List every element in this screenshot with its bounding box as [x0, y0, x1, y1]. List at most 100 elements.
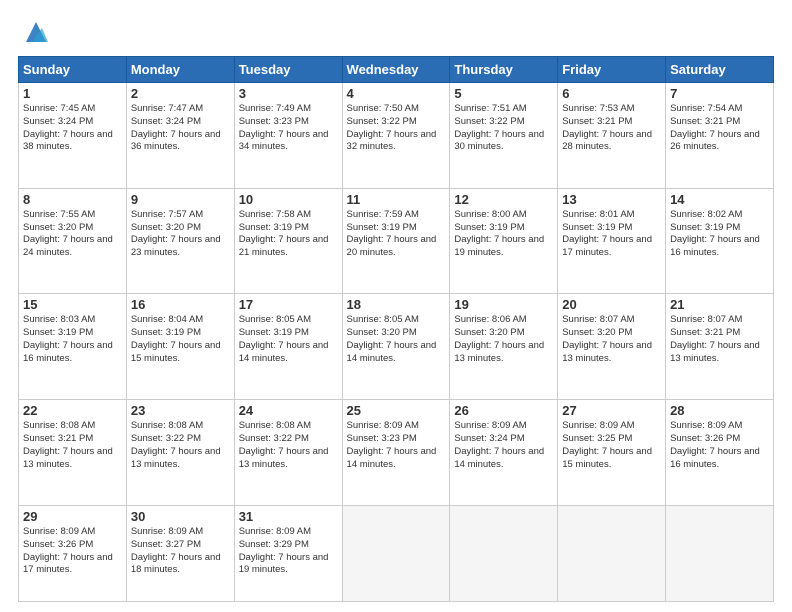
calendar-cell: 8 Sunrise: 7:55 AMSunset: 3:20 PMDayligh…: [19, 188, 127, 294]
day-number: 13: [562, 192, 661, 207]
week-row-1: 1 Sunrise: 7:45 AMSunset: 3:24 PMDayligh…: [19, 83, 774, 189]
calendar-cell: 7 Sunrise: 7:54 AMSunset: 3:21 PMDayligh…: [666, 83, 774, 189]
day-info: Sunrise: 7:50 AMSunset: 3:22 PMDaylight:…: [347, 103, 437, 152]
calendar-cell: 30 Sunrise: 8:09 AMSunset: 3:27 PMDaylig…: [126, 505, 234, 601]
day-info: Sunrise: 8:08 AMSunset: 3:21 PMDaylight:…: [23, 420, 113, 469]
calendar-cell: 24 Sunrise: 8:08 AMSunset: 3:22 PMDaylig…: [234, 400, 342, 506]
day-number: 17: [239, 297, 338, 312]
day-number: 1: [23, 86, 122, 101]
day-number: 31: [239, 509, 338, 524]
day-number: 26: [454, 403, 553, 418]
calendar-cell: 23 Sunrise: 8:08 AMSunset: 3:22 PMDaylig…: [126, 400, 234, 506]
calendar-cell: 13 Sunrise: 8:01 AMSunset: 3:19 PMDaylig…: [558, 188, 666, 294]
day-info: Sunrise: 8:09 AMSunset: 3:27 PMDaylight:…: [131, 526, 221, 575]
day-info: Sunrise: 8:07 AMSunset: 3:21 PMDaylight:…: [670, 314, 760, 363]
weekday-header-friday: Friday: [558, 57, 666, 83]
calendar-cell: [450, 505, 558, 601]
calendar-cell: 5 Sunrise: 7:51 AMSunset: 3:22 PMDayligh…: [450, 83, 558, 189]
day-number: 20: [562, 297, 661, 312]
day-number: 6: [562, 86, 661, 101]
week-row-2: 8 Sunrise: 7:55 AMSunset: 3:20 PMDayligh…: [19, 188, 774, 294]
weekday-header-tuesday: Tuesday: [234, 57, 342, 83]
day-info: Sunrise: 8:02 AMSunset: 3:19 PMDaylight:…: [670, 209, 760, 258]
day-info: Sunrise: 7:47 AMSunset: 3:24 PMDaylight:…: [131, 103, 221, 152]
calendar-cell: 18 Sunrise: 8:05 AMSunset: 3:20 PMDaylig…: [342, 294, 450, 400]
day-number: 16: [131, 297, 230, 312]
day-number: 24: [239, 403, 338, 418]
calendar-cell: 1 Sunrise: 7:45 AMSunset: 3:24 PMDayligh…: [19, 83, 127, 189]
calendar-cell: 9 Sunrise: 7:57 AMSunset: 3:20 PMDayligh…: [126, 188, 234, 294]
day-info: Sunrise: 7:49 AMSunset: 3:23 PMDaylight:…: [239, 103, 329, 152]
day-info: Sunrise: 8:09 AMSunset: 3:26 PMDaylight:…: [23, 526, 113, 575]
day-number: 15: [23, 297, 122, 312]
day-info: Sunrise: 7:59 AMSunset: 3:19 PMDaylight:…: [347, 209, 437, 258]
day-info: Sunrise: 8:09 AMSunset: 3:29 PMDaylight:…: [239, 526, 329, 575]
calendar-table: SundayMondayTuesdayWednesdayThursdayFrid…: [18, 56, 774, 602]
day-info: Sunrise: 8:05 AMSunset: 3:19 PMDaylight:…: [239, 314, 329, 363]
day-info: Sunrise: 7:57 AMSunset: 3:20 PMDaylight:…: [131, 209, 221, 258]
day-info: Sunrise: 8:05 AMSunset: 3:20 PMDaylight:…: [347, 314, 437, 363]
day-number: 21: [670, 297, 769, 312]
calendar-cell: 22 Sunrise: 8:08 AMSunset: 3:21 PMDaylig…: [19, 400, 127, 506]
day-info: Sunrise: 7:53 AMSunset: 3:21 PMDaylight:…: [562, 103, 652, 152]
calendar-cell: 4 Sunrise: 7:50 AMSunset: 3:22 PMDayligh…: [342, 83, 450, 189]
weekday-header-saturday: Saturday: [666, 57, 774, 83]
calendar-cell: 29 Sunrise: 8:09 AMSunset: 3:26 PMDaylig…: [19, 505, 127, 601]
calendar-cell: [558, 505, 666, 601]
day-number: 23: [131, 403, 230, 418]
calendar-cell: 10 Sunrise: 7:58 AMSunset: 3:19 PMDaylig…: [234, 188, 342, 294]
day-info: Sunrise: 8:09 AMSunset: 3:24 PMDaylight:…: [454, 420, 544, 469]
day-number: 14: [670, 192, 769, 207]
calendar-cell: 28 Sunrise: 8:09 AMSunset: 3:26 PMDaylig…: [666, 400, 774, 506]
logo: [18, 18, 50, 46]
weekday-header-wednesday: Wednesday: [342, 57, 450, 83]
day-number: 7: [670, 86, 769, 101]
calendar-cell: 25 Sunrise: 8:09 AMSunset: 3:23 PMDaylig…: [342, 400, 450, 506]
day-number: 29: [23, 509, 122, 524]
day-number: 3: [239, 86, 338, 101]
day-info: Sunrise: 8:03 AMSunset: 3:19 PMDaylight:…: [23, 314, 113, 363]
day-number: 5: [454, 86, 553, 101]
header: [18, 18, 774, 46]
day-info: Sunrise: 8:07 AMSunset: 3:20 PMDaylight:…: [562, 314, 652, 363]
day-number: 22: [23, 403, 122, 418]
calendar-cell: 12 Sunrise: 8:00 AMSunset: 3:19 PMDaylig…: [450, 188, 558, 294]
day-info: Sunrise: 8:01 AMSunset: 3:19 PMDaylight:…: [562, 209, 652, 258]
weekday-header-thursday: Thursday: [450, 57, 558, 83]
week-row-5: 29 Sunrise: 8:09 AMSunset: 3:26 PMDaylig…: [19, 505, 774, 601]
calendar-cell: 15 Sunrise: 8:03 AMSunset: 3:19 PMDaylig…: [19, 294, 127, 400]
day-info: Sunrise: 8:08 AMSunset: 3:22 PMDaylight:…: [239, 420, 329, 469]
calendar-header: SundayMondayTuesdayWednesdayThursdayFrid…: [19, 57, 774, 83]
day-info: Sunrise: 8:06 AMSunset: 3:20 PMDaylight:…: [454, 314, 544, 363]
weekday-header-row: SundayMondayTuesdayWednesdayThursdayFrid…: [19, 57, 774, 83]
day-number: 28: [670, 403, 769, 418]
calendar-cell: 31 Sunrise: 8:09 AMSunset: 3:29 PMDaylig…: [234, 505, 342, 601]
calendar-cell: 16 Sunrise: 8:04 AMSunset: 3:19 PMDaylig…: [126, 294, 234, 400]
day-info: Sunrise: 7:54 AMSunset: 3:21 PMDaylight:…: [670, 103, 760, 152]
day-info: Sunrise: 7:51 AMSunset: 3:22 PMDaylight:…: [454, 103, 544, 152]
day-number: 11: [347, 192, 446, 207]
day-number: 8: [23, 192, 122, 207]
day-info: Sunrise: 8:08 AMSunset: 3:22 PMDaylight:…: [131, 420, 221, 469]
calendar-cell: 6 Sunrise: 7:53 AMSunset: 3:21 PMDayligh…: [558, 83, 666, 189]
weekday-header-monday: Monday: [126, 57, 234, 83]
day-number: 10: [239, 192, 338, 207]
page: SundayMondayTuesdayWednesdayThursdayFrid…: [0, 0, 792, 612]
day-number: 9: [131, 192, 230, 207]
day-number: 2: [131, 86, 230, 101]
day-info: Sunrise: 8:09 AMSunset: 3:23 PMDaylight:…: [347, 420, 437, 469]
day-info: Sunrise: 7:58 AMSunset: 3:19 PMDaylight:…: [239, 209, 329, 258]
day-number: 19: [454, 297, 553, 312]
calendar-cell: [666, 505, 774, 601]
calendar-cell: 19 Sunrise: 8:06 AMSunset: 3:20 PMDaylig…: [450, 294, 558, 400]
calendar-cell: 17 Sunrise: 8:05 AMSunset: 3:19 PMDaylig…: [234, 294, 342, 400]
day-info: Sunrise: 8:00 AMSunset: 3:19 PMDaylight:…: [454, 209, 544, 258]
day-info: Sunrise: 8:09 AMSunset: 3:25 PMDaylight:…: [562, 420, 652, 469]
weekday-header-sunday: Sunday: [19, 57, 127, 83]
day-number: 30: [131, 509, 230, 524]
calendar-cell: 21 Sunrise: 8:07 AMSunset: 3:21 PMDaylig…: [666, 294, 774, 400]
calendar-cell: 27 Sunrise: 8:09 AMSunset: 3:25 PMDaylig…: [558, 400, 666, 506]
calendar-cell: 3 Sunrise: 7:49 AMSunset: 3:23 PMDayligh…: [234, 83, 342, 189]
logo-icon: [22, 18, 50, 46]
day-info: Sunrise: 8:04 AMSunset: 3:19 PMDaylight:…: [131, 314, 221, 363]
